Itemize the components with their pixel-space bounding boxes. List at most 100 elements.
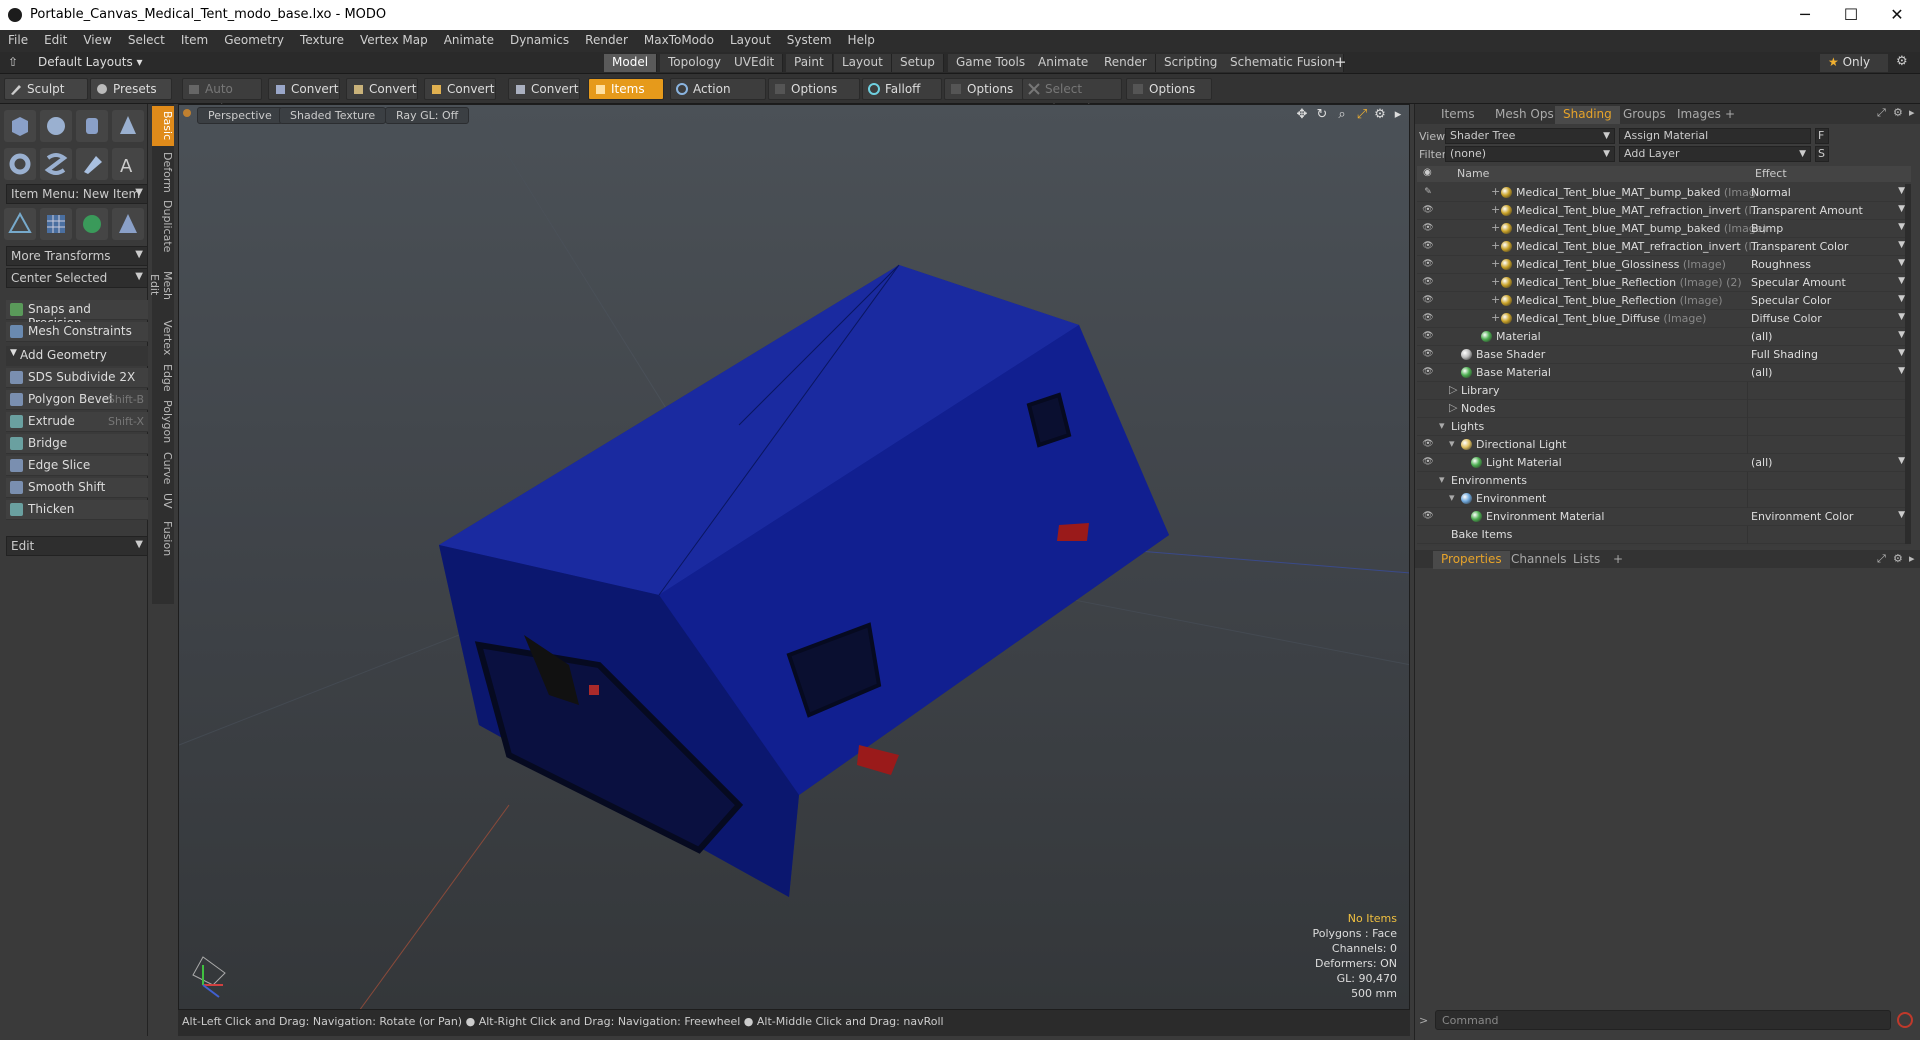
shader-tree-row[interactable]: 👁 + Medical_Tent_blue_Diffuse (Image) Diffu… bbox=[1417, 310, 1911, 328]
3d-viewport[interactable]: Perspective Shaded Texture Ray GL: Off ✥… bbox=[178, 104, 1410, 1010]
visibility-eye-icon[interactable]: 👁 bbox=[1421, 223, 1435, 235]
visibility-eye-icon[interactable]: 👁 bbox=[1421, 511, 1435, 523]
tab-setup[interactable]: Setup bbox=[892, 54, 944, 72]
tab-paint[interactable]: Paint bbox=[786, 54, 833, 72]
menu-texture[interactable]: Texture bbox=[292, 30, 352, 52]
shader-tree-row[interactable]: 👁 + Medical_Tent_blue_Reflection (Image) (… bbox=[1417, 274, 1911, 292]
expand-triangle-icon[interactable]: ▾ bbox=[1449, 437, 1455, 450]
vtab-edge[interactable]: Edge bbox=[152, 360, 174, 394]
layer-effect-dropdown[interactable]: Environment Color ▼ bbox=[1751, 510, 1909, 523]
convert-materials-button[interactable]: Convert bbox=[508, 78, 580, 100]
tool-extrude[interactable]: Extrude Shift-X bbox=[6, 412, 148, 432]
expand-triangle-icon[interactable]: ▾ bbox=[1439, 473, 1445, 486]
snaps-precision-button[interactable]: Snaps and Precision bbox=[6, 300, 148, 330]
view-select[interactable]: Shader Tree ▼ bbox=[1445, 128, 1615, 144]
layer-effect-dropdown[interactable]: Transparent Color ▼ bbox=[1751, 240, 1909, 253]
expand-plus-icon[interactable]: + bbox=[1491, 311, 1500, 324]
vtab-uv[interactable]: UV bbox=[152, 488, 174, 514]
shader-tree-row[interactable]: 👁 + Medical_Tent_blue_Glossiness (Image) Ro… bbox=[1417, 256, 1911, 274]
tab-shading[interactable]: Shading bbox=[1555, 106, 1620, 124]
collapsed-triangle-icon[interactable]: ▷ bbox=[1449, 401, 1457, 414]
menu-help[interactable]: Help bbox=[840, 30, 883, 52]
transform-icon[interactable] bbox=[4, 208, 36, 240]
tab-mesh-ops[interactable]: Mesh Ops bbox=[1487, 106, 1562, 124]
assign-material-button[interactable]: Assign Material bbox=[1619, 128, 1811, 144]
tab-properties[interactable]: Properties bbox=[1433, 551, 1510, 569]
gear-icon[interactable]: ⚙ bbox=[1896, 54, 1908, 69]
vtab-duplicate[interactable]: Duplicate bbox=[152, 196, 174, 254]
properties-menu-icon[interactable]: ▸ bbox=[1909, 552, 1915, 565]
vtab-polygon[interactable]: Polygon bbox=[152, 396, 174, 446]
tab-render[interactable]: Render bbox=[1096, 54, 1156, 72]
record-icon[interactable] bbox=[1897, 1012, 1913, 1028]
default-layouts-dropdown[interactable]: Default Layouts ▾ bbox=[38, 55, 143, 69]
add-tab-button[interactable]: + bbox=[1334, 53, 1347, 71]
visibility-eye-icon[interactable]: 👁 bbox=[1421, 331, 1435, 343]
tab-items[interactable]: Items bbox=[1433, 106, 1483, 124]
visibility-eye-icon[interactable]: 👁 bbox=[1421, 349, 1435, 361]
expand-triangle-icon[interactable]: ▾ bbox=[1439, 419, 1445, 432]
shader-tree-row[interactable]: 👁 + Medical_Tent_blue_MAT_refraction_inver… bbox=[1417, 238, 1911, 256]
shader-tree-row[interactable]: 👁 + Medical_Tent_blue_Reflection (Image) Sp… bbox=[1417, 292, 1911, 310]
presets-button[interactable]: Presets F6 bbox=[90, 78, 172, 116]
convert-polygons-button[interactable]: Convert bbox=[424, 78, 496, 100]
tool-polygon-bevel[interactable]: Polygon Bevel Shift-B bbox=[6, 390, 148, 410]
panel-expand-icon[interactable]: ⤢ bbox=[1877, 106, 1886, 120]
expand-plus-icon[interactable]: + bbox=[1491, 185, 1500, 198]
visibility-eye-icon[interactable]: 👁 bbox=[1421, 295, 1435, 307]
tab-channels[interactable]: Channels bbox=[1503, 551, 1575, 569]
layer-effect-dropdown[interactable]: Specular Amount ▼ bbox=[1751, 276, 1909, 289]
minimize-button[interactable]: ─ bbox=[1782, 0, 1828, 30]
command-input[interactable]: Command bbox=[1435, 1010, 1891, 1030]
tab-schematic-fusion[interactable]: Schematic Fusion bbox=[1222, 54, 1345, 72]
tool-sds-subdivide[interactable]: SDS Subdivide 2X bbox=[6, 368, 148, 388]
select-through-button[interactable]: Select Through bbox=[1022, 78, 1122, 116]
action-center-button[interactable]: Action Center bbox=[670, 78, 766, 116]
menu-file[interactable]: File bbox=[0, 30, 36, 52]
layer-effect-dropdown[interactable]: (all) ▼ bbox=[1751, 330, 1909, 343]
action-center-options-button[interactable]: Options bbox=[768, 78, 860, 100]
tool-bridge[interactable]: Bridge bbox=[6, 434, 148, 454]
layer-effect-dropdown[interactable]: Transparent Amount ▼ bbox=[1751, 204, 1909, 217]
tab-animate[interactable]: Animate bbox=[1030, 54, 1098, 72]
shader-tree-row[interactable]: 👁 Light Material (all) ▼ bbox=[1417, 454, 1911, 472]
close-button[interactable]: ✕ bbox=[1874, 0, 1920, 30]
menu-view[interactable]: View bbox=[75, 30, 119, 52]
layer-effect-dropdown[interactable]: Specular Color ▼ bbox=[1751, 294, 1909, 307]
tab-scripting[interactable]: Scripting bbox=[1156, 54, 1227, 72]
col-name-header[interactable]: Name bbox=[1457, 167, 1489, 180]
pyramid-grid-icon[interactable] bbox=[112, 208, 144, 240]
items-mode-button[interactable]: Items bbox=[588, 78, 664, 100]
layer-effect-dropdown[interactable]: (all) ▼ bbox=[1751, 366, 1909, 379]
expand-plus-icon[interactable]: + bbox=[1491, 239, 1500, 252]
vtab-vertex[interactable]: Vertex bbox=[152, 316, 174, 358]
menu-select[interactable]: Select bbox=[120, 30, 173, 52]
vtab-curve[interactable]: Curve bbox=[152, 448, 174, 486]
visibility-eye-icon[interactable]: 👁 bbox=[1421, 205, 1435, 217]
shader-tree-row[interactable]: ▷ Nodes bbox=[1417, 400, 1911, 418]
convert-vertices-button[interactable]: Convert bbox=[268, 78, 340, 100]
shader-tree-row[interactable]: 👁 Base Shader Full Shading ▼ bbox=[1417, 346, 1911, 364]
menu-edit[interactable]: Edit bbox=[36, 30, 75, 52]
layer-effect-dropdown[interactable]: Bump ▼ bbox=[1751, 222, 1909, 235]
expand-plus-icon[interactable]: + bbox=[1491, 257, 1500, 270]
globe-icon[interactable] bbox=[76, 208, 108, 240]
visibility-eye-icon[interactable]: 👁 bbox=[1421, 439, 1435, 451]
tab-layout[interactable]: Layout bbox=[834, 54, 892, 72]
visibility-eye-icon[interactable]: 👁 bbox=[1421, 277, 1435, 289]
collapsed-triangle-icon[interactable]: ▷ bbox=[1449, 383, 1457, 396]
panel-menu-icon[interactable]: ▸ bbox=[1909, 106, 1915, 119]
menu-maxtomodo[interactable]: MaxToModo bbox=[636, 30, 722, 52]
tab-game-tools[interactable]: Game Tools bbox=[948, 54, 1035, 72]
maximize-button[interactable]: ☐ bbox=[1828, 0, 1874, 30]
s-button[interactable]: S bbox=[1815, 146, 1829, 162]
more-transforms-dropdown[interactable]: More Transforms ▼ bbox=[6, 246, 148, 266]
menu-layout[interactable]: Layout bbox=[722, 30, 779, 52]
menu-geometry[interactable]: Geometry bbox=[216, 30, 292, 52]
add-layer-dropdown[interactable]: Add Layer ▼ bbox=[1619, 146, 1811, 162]
tool-smooth-shift[interactable]: Smooth Shift bbox=[6, 478, 148, 498]
visibility-eye-icon[interactable]: 👁 bbox=[1421, 367, 1435, 379]
vtab-fusion[interactable]: Fusion bbox=[152, 516, 174, 562]
shader-tree-row[interactable]: 👁 + Medical_Tent_blue_MAT_refraction_inver… bbox=[1417, 202, 1911, 220]
expand-plus-icon[interactable]: + bbox=[1491, 275, 1500, 288]
